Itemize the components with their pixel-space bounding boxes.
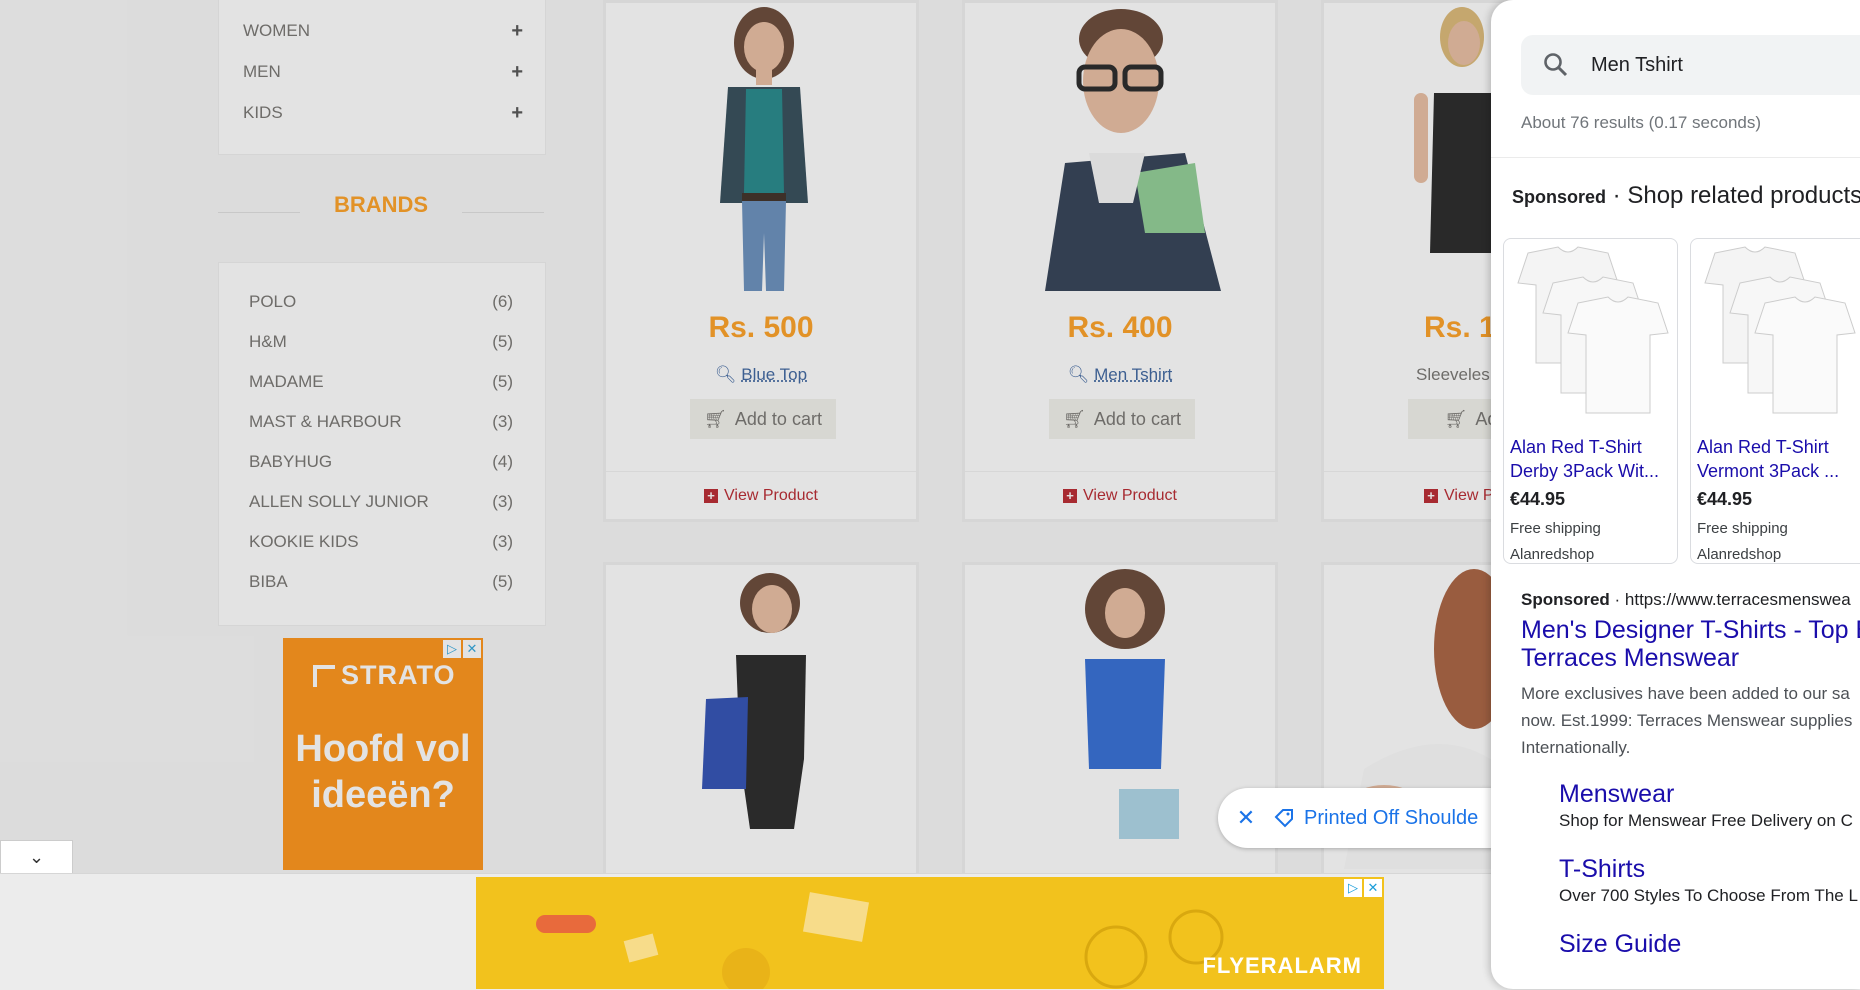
tag-icon <box>1274 809 1293 828</box>
ad-brand: FLYERALARM <box>1202 953 1362 978</box>
search-query[interactable]: Men Tshirt <box>1591 54 1683 77</box>
sitelink-menswear[interactable]: Menswear Shop for Menswear Free Delivery… <box>1559 780 1860 831</box>
divider <box>1491 157 1860 158</box>
product-title[interactable]: Alan Red T-Shirt <box>1510 435 1673 459</box>
shipping-info: Free shipping <box>1697 520 1788 537</box>
ad-desc-line3: Internationally. <box>1521 738 1631 757</box>
product-image <box>1704 246 1856 414</box>
sitelink-tshirts[interactable]: T-Shirts Over 700 Styles To Choose From … <box>1559 855 1860 906</box>
sitelink-title[interactable]: Menswear <box>1559 780 1860 809</box>
search-input[interactable]: Men Tshirt <box>1521 35 1860 95</box>
ad-title-line2[interactable]: Terraces Menswear <box>1521 644 1860 672</box>
close-icon[interactable]: ✕ <box>1364 879 1382 897</box>
ad-url[interactable]: https://www.terracesmenswea <box>1625 590 1851 609</box>
ad-description: More exclusives have been added to our s… <box>1521 680 1860 761</box>
sitelink-title[interactable]: Size Guide <box>1559 930 1860 959</box>
results-stats: About 76 results (0.17 seconds) <box>1521 113 1762 132</box>
shopping-heading: Sponsored · Shop related products <box>1512 182 1860 210</box>
chevron-down-icon: ⌄ <box>28 846 45 867</box>
product-title-line2[interactable]: Vermont 3Pack ... <box>1697 459 1860 483</box>
text-ad-result: Sponsored · https://www.terracesmenswea … <box>1521 590 1860 761</box>
product-price: €44.95 <box>1510 489 1566 509</box>
close-icon[interactable]: ✕ <box>1218 805 1274 831</box>
chip-text: Printed Off Shoulde <box>1304 806 1479 829</box>
ad-title-line1[interactable]: Men's Designer T-Shirts - Top B <box>1521 616 1860 644</box>
ad-desc-line1: More exclusives have been added to our s… <box>1521 684 1850 703</box>
ad-choices[interactable]: ▷ ✕ <box>1344 879 1382 897</box>
sponsored-label: Sponsored <box>1521 590 1610 609</box>
flyeralarm-ad[interactable]: ▷ ✕ FLYERALARM <box>476 877 1384 989</box>
collapse-ad-button[interactable]: ⌄ <box>0 840 73 873</box>
google-search-panel: Men Tshirt About 76 results (0.17 second… <box>1491 0 1860 989</box>
product-title-line2[interactable]: Derby 3Pack Wit... <box>1510 459 1673 483</box>
ad-title-link[interactable]: Men's Designer T-Shirts - Top B Terraces… <box>1521 616 1860 672</box>
product-title[interactable]: Alan Red T-Shirt <box>1697 435 1860 459</box>
shopping-product-card[interactable]: Alan Red T-Shirt Derby 3Pack Wit... €44.… <box>1503 238 1678 564</box>
product-image <box>1517 246 1669 414</box>
sitelink-desc: Shop for Menswear Free Delivery on C <box>1559 811 1853 830</box>
sitelink-title[interactable]: T-Shirts <box>1559 855 1860 884</box>
shop-title: Shop related products <box>1627 182 1860 209</box>
ad-header: Sponsored · https://www.terracesmenswea <box>1521 590 1851 609</box>
sitelink-size-guide[interactable]: Size Guide <box>1559 930 1860 959</box>
merchant-name: Alanredshop <box>1697 546 1782 563</box>
shopping-product-card[interactable]: Alan Red T-Shirt Vermont 3Pack ... €44.9… <box>1690 238 1860 564</box>
related-search-chip[interactable]: ✕ Printed Off Shoulde <box>1218 788 1518 848</box>
product-price: €44.95 <box>1697 489 1753 509</box>
merchant-name: Alanredshop <box>1510 546 1595 563</box>
adchoices-icon[interactable]: ▷ <box>1344 879 1362 897</box>
chip-label[interactable]: Printed Off Shoulde <box>1274 807 1478 830</box>
search-icon <box>1521 52 1591 78</box>
sitelink-desc: Over 700 Styles To Choose From The L <box>1559 886 1858 905</box>
ad-desc-line2: now. Est.1999: Terraces Menswear supplie… <box>1521 711 1853 730</box>
sponsored-label: Sponsored <box>1512 187 1607 207</box>
shipping-info: Free shipping <box>1510 520 1601 537</box>
